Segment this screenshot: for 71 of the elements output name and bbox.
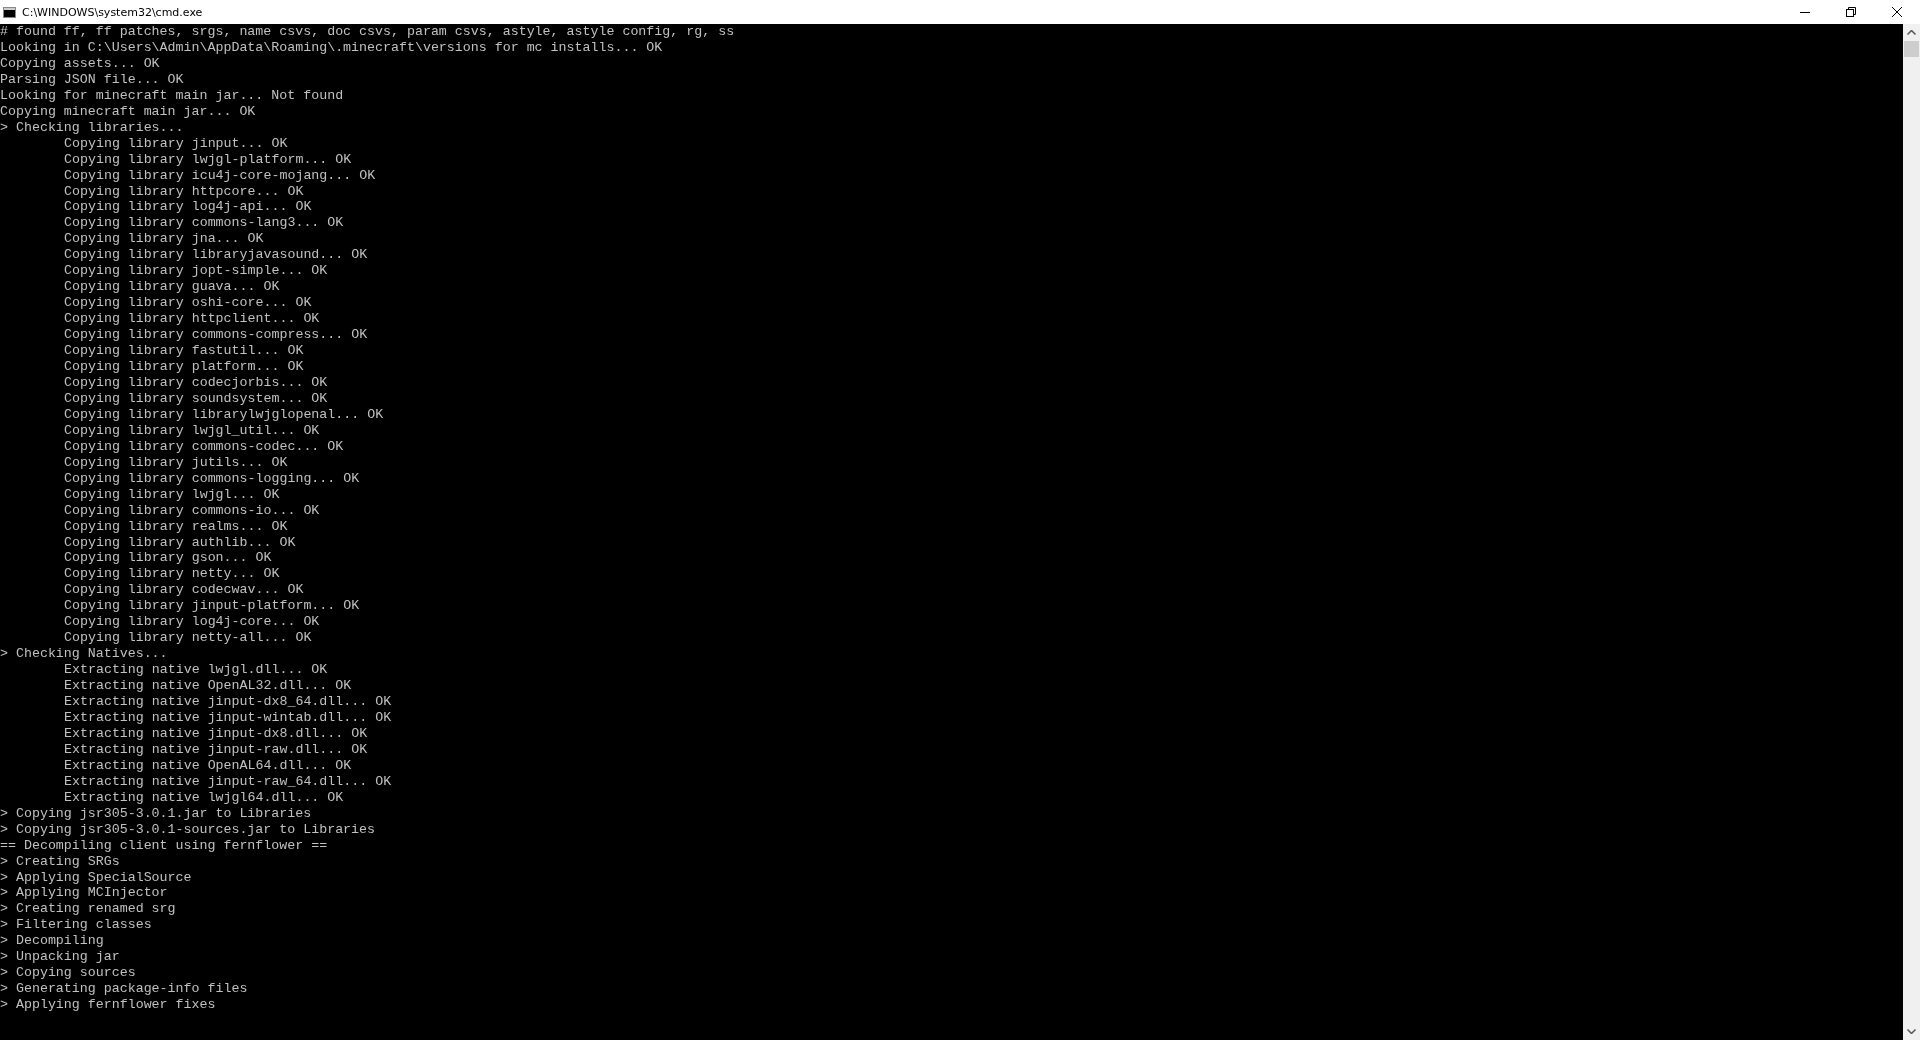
restore-icon xyxy=(1846,7,1856,17)
console-line: Copying library httpclient... OK xyxy=(63,311,320,328)
console-line: Extracting native jinput-raw.dll... OK xyxy=(63,741,368,758)
console-line: Copying library log4j-core... OK xyxy=(63,614,320,631)
console-line: Copying library libraryjavasound... OK xyxy=(63,247,368,264)
console-line: == Decompiling client using fernflower == xyxy=(0,837,328,854)
window-title: C:\WINDOWS\system32\cmd.exe xyxy=(22,5,203,19)
console-line: Copying library log4j-api... OK xyxy=(63,199,312,216)
console-line: Copying library commons-lang3... OK xyxy=(63,215,344,232)
console-line: Copying library netty-all... OK xyxy=(63,630,312,647)
console-line: Copying assets... OK xyxy=(0,55,160,72)
console-line: Copying library netty... OK xyxy=(63,566,280,583)
console-line: Copying library guava... OK xyxy=(63,279,280,296)
console-line: > Applying fernflower fixes xyxy=(0,997,216,1014)
console-line: Copying minecraft main jar... OK xyxy=(0,103,256,120)
close-icon xyxy=(1892,7,1902,17)
scrollbar[interactable] xyxy=(1903,24,1920,1040)
console-line: > Filtering classes xyxy=(0,917,152,934)
console-line: Copying library jopt-simple... OK xyxy=(63,263,328,280)
console-line: Copying library commons-logging... OK xyxy=(63,470,360,487)
console-line: Copying library authlib... OK xyxy=(63,534,296,551)
console-line: Extracting native jinput-dx8.dll... OK xyxy=(63,725,368,742)
console-line: Copying library icu4j-core-mojang... OK xyxy=(63,167,376,184)
console-line: Copying library jna... OK xyxy=(63,231,264,248)
console-line: Copying library commons-io... OK xyxy=(63,502,320,519)
scroll-thumb[interactable] xyxy=(1904,41,1919,57)
console-line: Copying library jutils... OK xyxy=(63,454,288,471)
console-line: Extracting native jinput-wintab.dll... OK xyxy=(63,710,392,726)
console-line: Looking in C:\Users\Admin\AppData\Roaming\.minecraft\versions for mc installs... OK xyxy=(0,39,663,56)
console-line: Copying library oshi-core... OK xyxy=(63,295,312,312)
console-line: # found ff, ff patches, srgs, name csvs, doc csvs, param csvs, astyle, astyle config, rg, ss xyxy=(0,24,735,40)
scroll-up-icon[interactable] xyxy=(1907,30,1916,35)
console-line: Copying library soundsystem... OK xyxy=(63,390,328,407)
console-line: > Checking Natives... xyxy=(0,646,168,663)
console-line: > Applying MCInjector xyxy=(0,885,168,902)
console-line: Extracting native jinput-raw_64.dll... OK xyxy=(63,773,392,790)
console-line: Copying library librarylwjglopenal... OK xyxy=(63,406,384,423)
console-line: Extracting native jinput-dx8_64.dll... OK xyxy=(63,694,392,710)
console-line: Extracting native lwjgl64.dll... OK xyxy=(63,789,344,806)
console-line: > Unpacking jar xyxy=(0,949,120,966)
console-line: Extracting native OpenAL32.dll... OK xyxy=(63,678,352,695)
console-line: Copying library httpcore... OK xyxy=(63,183,304,200)
console-line: Parsing JSON file... OK xyxy=(0,71,184,88)
console-line: Copying library lwjgl_util... OK xyxy=(63,422,320,439)
console-line: Copying library codecwav... OK xyxy=(63,582,304,599)
console-line: Copying library jinput... OK xyxy=(63,135,288,152)
console-line: Looking for minecraft main jar... Not found xyxy=(0,87,344,104)
console-line: Copying library commons-codec... OK xyxy=(63,438,344,455)
console-line: > Applying SpecialSource xyxy=(0,869,192,886)
console-line: > Copying sources xyxy=(0,965,136,982)
console-line: Copying library codecjorbis... OK xyxy=(63,374,328,391)
console-line: Copying library fastutil... OK xyxy=(63,343,304,359)
console-line: > Generating package-info files xyxy=(0,981,248,998)
console-line: Copying library platform... OK xyxy=(63,359,304,375)
console-line: Copying library commons-compress... OK xyxy=(63,327,368,344)
console-line: Copying library lwjgl-platform... OK xyxy=(63,151,352,168)
console-line: > Decompiling xyxy=(0,933,104,950)
console-line: Extracting native OpenAL64.dll... OK xyxy=(63,757,352,774)
console-line: > Creating renamed srg xyxy=(0,901,176,918)
console-line: Copying library realms... OK xyxy=(63,518,288,535)
console-line: Extracting native lwjgl.dll... OK xyxy=(63,662,328,679)
console-line: > Copying jsr305-3.0.1.jar to Libraries xyxy=(0,805,312,822)
console-line: Copying library gson... OK xyxy=(63,550,272,567)
console-line: > Checking libraries... xyxy=(0,119,184,136)
minimize-icon xyxy=(1800,11,1810,13)
console-icon xyxy=(3,6,16,18)
console-line: > Creating SRGs xyxy=(0,853,120,870)
console-line: Copying library lwjgl... OK xyxy=(63,486,280,503)
console-line: > Copying jsr305-3.0.1-sources.jar to Libraries xyxy=(0,821,376,838)
console-line: Copying library jinput-platform... OK xyxy=(63,598,360,615)
scroll-down-icon[interactable] xyxy=(1907,1029,1916,1034)
